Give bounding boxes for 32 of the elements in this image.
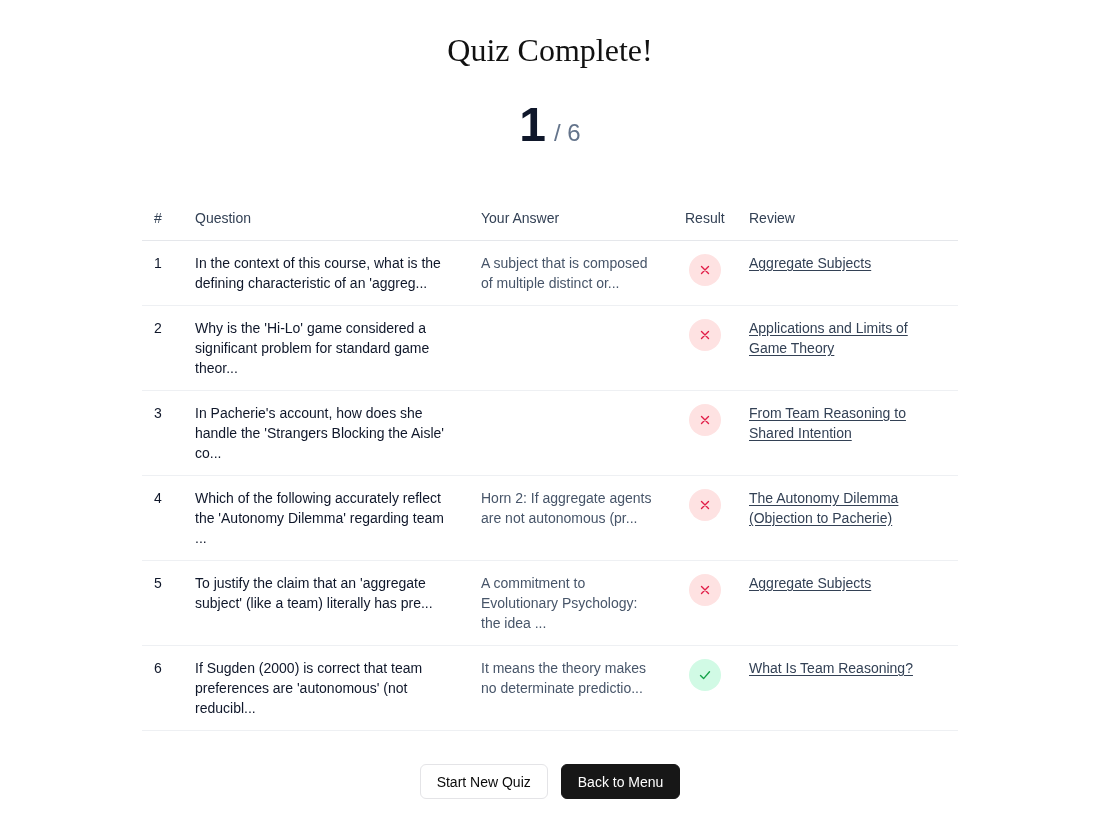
question-text: To justify the claim that an 'aggregate subject' (like a team) literally has pre... bbox=[195, 574, 434, 613]
review-link[interactable]: From Team Reasoning to Shared Intention bbox=[749, 403, 925, 443]
start-new-quiz-button[interactable]: Start New Quiz bbox=[419, 764, 548, 799]
answer-text: It means the theory makes no determinate predictio... bbox=[481, 659, 647, 698]
score-total: / 6 bbox=[554, 119, 581, 147]
review-link[interactable]: Aggregate Subjects bbox=[749, 253, 872, 273]
question-text: Why is the 'Hi-Lo' game considered a significant problem for standard game theor... bbox=[195, 319, 431, 378]
question-text: In the context of this course, what is the defining characteristic of an 'aggreg... bbox=[195, 254, 442, 293]
review-link[interactable]: What Is Team Reasoning? bbox=[749, 658, 913, 678]
column-header: Question bbox=[195, 210, 252, 226]
answer-text: Horn 2: If aggregate agents are not autonomous (pr... bbox=[481, 489, 653, 528]
column-header: Result bbox=[685, 210, 725, 226]
column-header: Review bbox=[749, 210, 795, 226]
score-value: 1 bbox=[519, 97, 546, 153]
review-link[interactable]: The Autonomy Dilemma (Objection to Pacherie) bbox=[749, 488, 925, 528]
row-number: 2 bbox=[154, 320, 162, 336]
question-text: Which of the following accurately reflect the 'Autonomy Dilemma' regarding team ... bbox=[195, 489, 445, 548]
row-number: 1 bbox=[154, 255, 162, 271]
question-text: If Sugden (2000) is correct that team preferences are 'autonomous' (not reducibl... bbox=[195, 659, 424, 718]
question-text: In Pacherie's account, how does she handle the 'Strangers Blocking the Aisle' co... bbox=[195, 404, 445, 463]
row-number: 6 bbox=[154, 660, 162, 676]
answer-text: A commitment to Evolutionary Psychology: the idea ... bbox=[481, 574, 639, 633]
review-link[interactable]: Aggregate Subjects bbox=[749, 573, 872, 593]
page-title: Quiz Complete! bbox=[447, 31, 653, 70]
row-number: 4 bbox=[154, 490, 162, 506]
column-header: Your Answer bbox=[481, 210, 560, 226]
review-link[interactable]: Applications and Limits of Game Theory bbox=[749, 318, 925, 358]
answer-text: A subject that is composed of multiple distinct or... bbox=[481, 254, 649, 293]
back-to-menu-button[interactable]: Back to Menu bbox=[560, 764, 681, 799]
row-number: 5 bbox=[154, 575, 162, 591]
column-header: # bbox=[154, 210, 162, 226]
row-number: 3 bbox=[154, 405, 162, 421]
